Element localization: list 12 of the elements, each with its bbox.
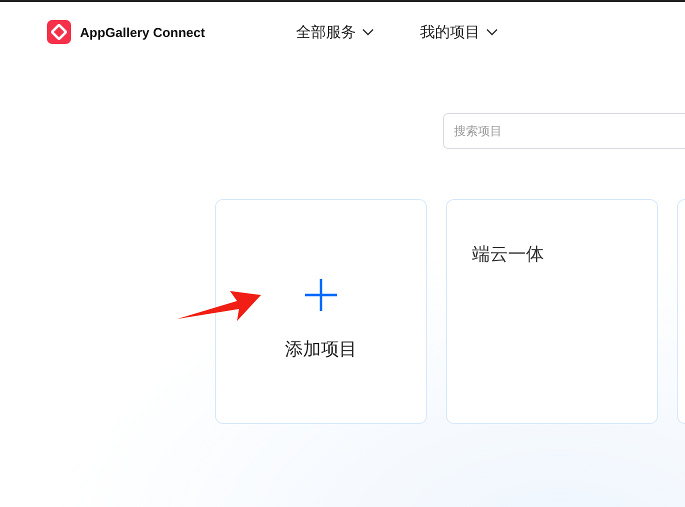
nav-menu[interactable]: 我的项目 [420,22,498,42]
chevron-down-icon [362,28,374,36]
plus-icon [304,278,338,312]
logo-icon [47,20,71,44]
add-project-card[interactable]: 添加项目 [215,199,427,424]
nav-menu[interactable]: 全部服务 [296,22,374,42]
chevron-down-icon [486,28,498,36]
project-card[interactable]: 端云一体 [446,199,658,424]
search-field[interactable]: 搜索项目 [443,113,685,149]
add-project-label: 添加项目 [285,338,357,361]
project-name: 端云一体 [472,244,544,265]
brand-name: AppGallery Connect [80,24,205,40]
